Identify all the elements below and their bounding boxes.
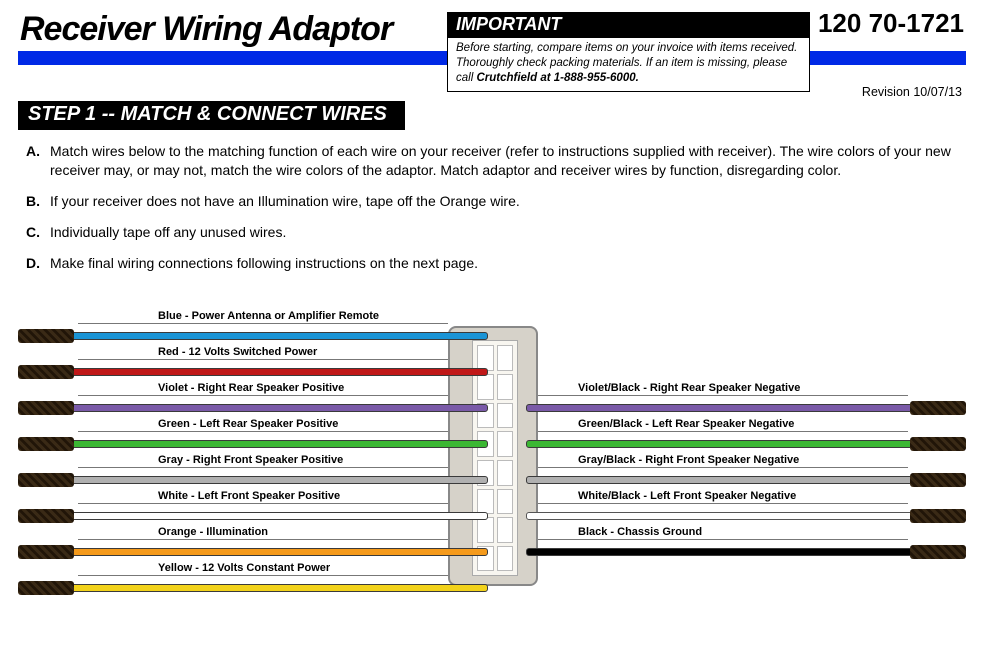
label-line (78, 503, 448, 504)
wire-tail (910, 545, 966, 559)
instruction-c: C. Individually tape off any unused wire… (26, 223, 964, 242)
revision-text: Revision 10/07/13 (862, 85, 962, 99)
wire-line (526, 512, 966, 520)
wire-label: Gray/Black - Right Front Speaker Negativ… (578, 454, 799, 466)
wire-label: White/Black - Left Front Speaker Negativ… (578, 490, 796, 502)
wire-tail (18, 581, 74, 595)
important-box: IMPORTANT Before starting, compare items… (447, 12, 810, 92)
important-body: Before starting, compare items on your i… (448, 38, 809, 91)
label-line (78, 323, 448, 324)
instruction-text: Individually tape off any unused wires. (50, 223, 286, 242)
label-line (78, 395, 448, 396)
wire-label: Black - Chassis Ground (578, 526, 702, 538)
wire-line (18, 332, 488, 340)
label-line (538, 467, 908, 468)
label-line (538, 503, 908, 504)
wire-line (18, 584, 488, 592)
label-line (78, 575, 448, 576)
instruction-a: A. Match wires below to the matching fun… (26, 142, 964, 180)
wire-label: Violet/Black - Right Rear Speaker Negati… (578, 382, 800, 394)
wire-left-row: Yellow - 12 Volts Constant Power (18, 578, 966, 608)
label-line (538, 395, 908, 396)
label-line (78, 467, 448, 468)
wire-line (18, 368, 488, 376)
wire-tail (18, 365, 74, 379)
wire-tail (910, 401, 966, 415)
instruction-letter: D. (26, 254, 50, 273)
label-line (78, 359, 448, 360)
label-line (78, 539, 448, 540)
instruction-letter: C. (26, 223, 50, 242)
important-heading: IMPORTANT (448, 13, 809, 38)
instruction-d: D. Make final wiring connections followi… (26, 254, 964, 273)
important-phone: Crutchfield at 1-888-955-6000. (476, 72, 638, 84)
instructions-list: A. Match wires below to the matching fun… (26, 142, 964, 272)
wire-tail (910, 473, 966, 487)
wire-tail (18, 329, 74, 343)
wire-line (526, 440, 966, 448)
wire-line (526, 404, 966, 412)
wire-label: Blue - Power Antenna or Amplifier Remote (158, 310, 379, 322)
wire-right-row: White/Black - Left Front Speaker Negativ… (18, 506, 966, 536)
wire-right-row: Black - Chassis Ground (18, 542, 966, 572)
wire-tail (910, 509, 966, 523)
wire-label: Red - 12 Volts Switched Power (158, 346, 317, 358)
wire-label: Violet - Right Rear Speaker Positive (158, 382, 344, 394)
wiring-diagram: Blue - Power Antenna or Amplifier Remote… (18, 308, 966, 628)
wire-right-row: Violet/Black - Right Rear Speaker Negati… (18, 398, 966, 428)
part-number: 120 70-1721 (818, 8, 964, 39)
label-line (538, 539, 908, 540)
label-line (78, 431, 448, 432)
wire-tail (910, 437, 966, 451)
wire-right-row: Green/Black - Left Rear Speaker Negative (18, 434, 966, 464)
instruction-text: If your receiver does not have an Illumi… (50, 192, 520, 211)
instruction-letter: A. (26, 142, 50, 180)
instruction-text: Match wires below to the matching functi… (50, 142, 964, 180)
instruction-letter: B. (26, 192, 50, 211)
step-heading: STEP 1 -- MATCH & CONNECT WIRES (18, 101, 405, 130)
wire-right-row: Gray/Black - Right Front Speaker Negativ… (18, 470, 966, 500)
wire-label: Green/Black - Left Rear Speaker Negative (578, 418, 794, 430)
label-line (538, 431, 908, 432)
instruction-text: Make final wiring connections following … (50, 254, 478, 273)
wire-line (526, 476, 966, 484)
instruction-b: B. If your receiver does not have an Ill… (26, 192, 964, 211)
wire-line (526, 548, 966, 556)
